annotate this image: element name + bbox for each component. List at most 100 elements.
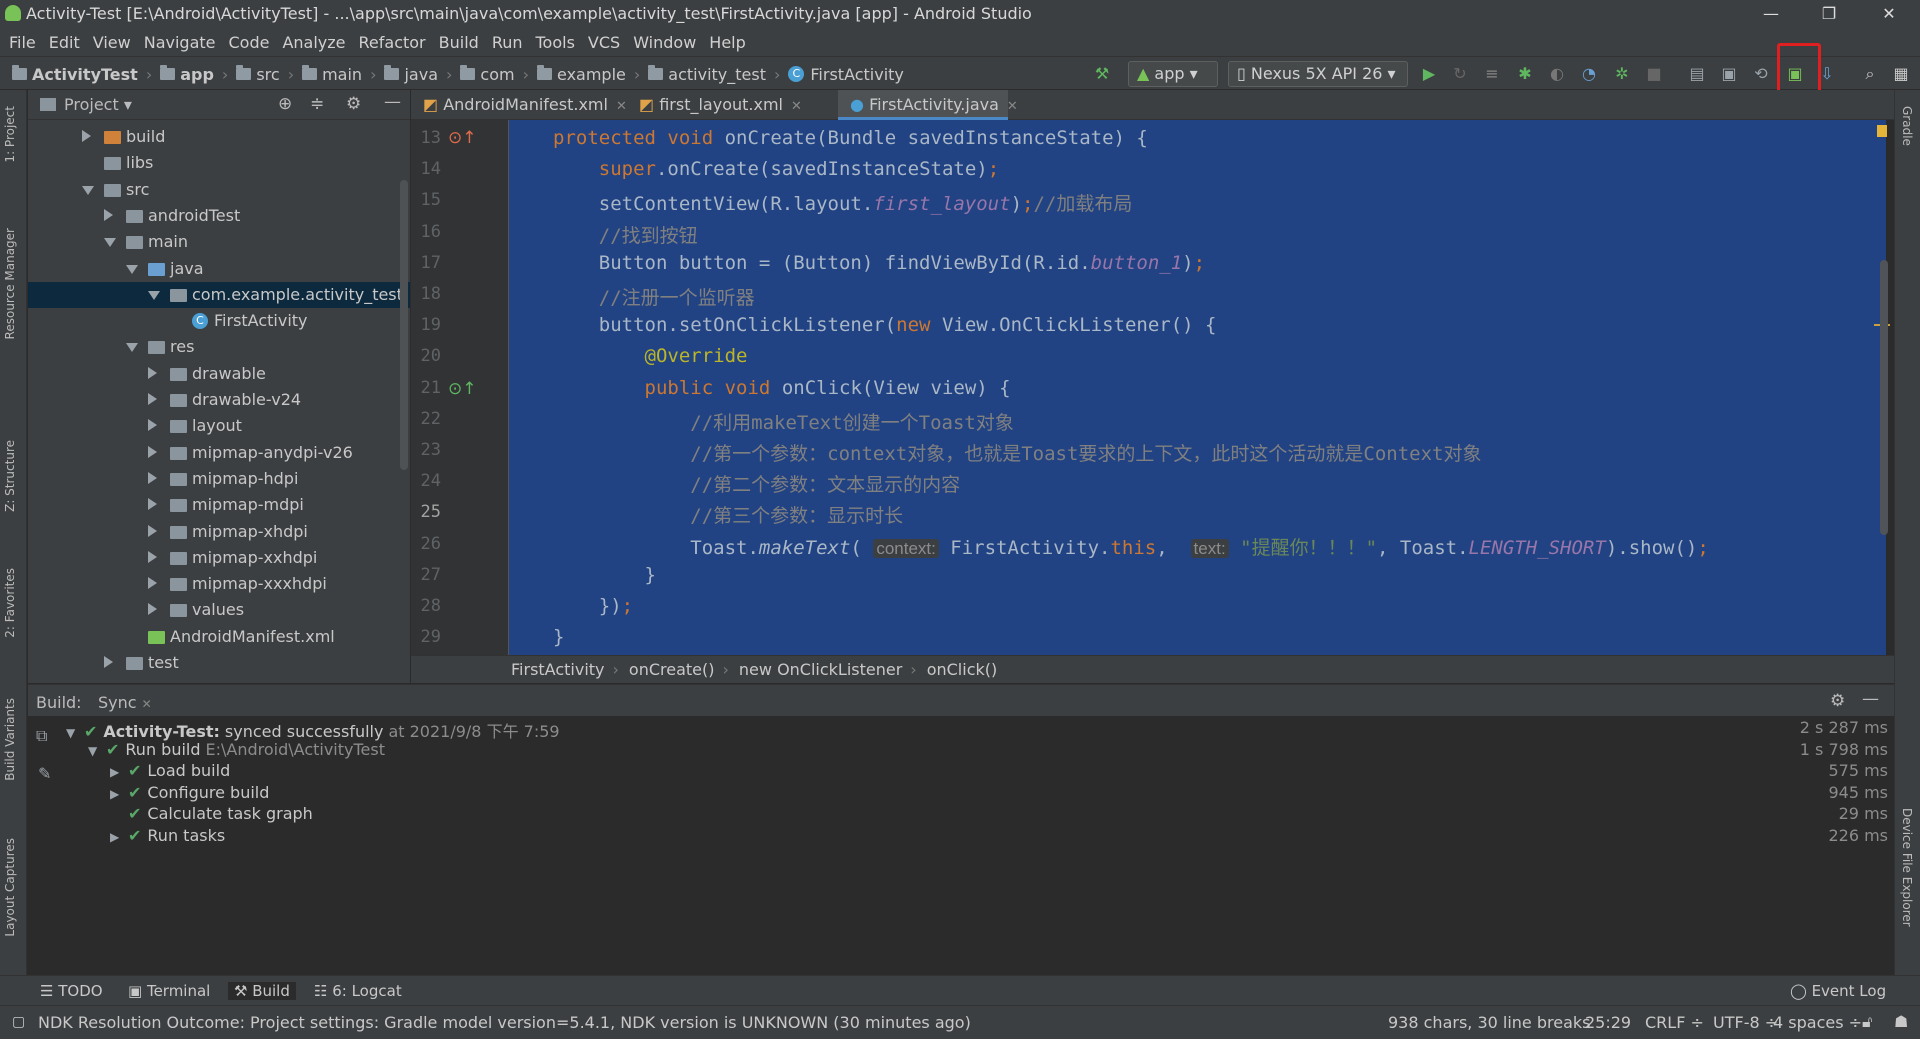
- logcat-tab[interactable]: ☷ 6: Logcat: [314, 982, 402, 1000]
- tree-item[interactable]: src: [28, 177, 410, 203]
- encoding-select[interactable]: UTF-8 ÷: [1713, 1013, 1778, 1032]
- close-tab-icon[interactable]: ✕: [1007, 99, 1018, 114]
- expanded-arrow-icon[interactable]: [82, 185, 94, 195]
- menu-edit[interactable]: Edit: [49, 33, 80, 52]
- lock-icon[interactable]: 🔓︎: [1862, 1012, 1872, 1032]
- collapsed-arrow-icon[interactable]: ▶: [110, 765, 128, 779]
- collapsed-arrow-icon[interactable]: [148, 419, 157, 432]
- bc-method[interactable]: onCreate(): [629, 660, 715, 679]
- menu-file[interactable]: File: [9, 33, 36, 52]
- crumb-java[interactable]: java: [384, 57, 438, 91]
- build-row[interactable]: ▼ ✔ Activity-Test: synced successfully at 20…: [66, 718, 560, 742]
- crumb-first-activity[interactable]: C FirstActivity: [788, 57, 904, 91]
- code-line[interactable]: protected void onCreate(Bundle savedInst…: [553, 127, 1148, 149]
- editor-scrollbar[interactable]: [1880, 260, 1888, 535]
- tree-item[interactable]: layout: [28, 413, 410, 439]
- tree-item[interactable]: mipmap-xxhdpi: [28, 545, 410, 571]
- close-tab-icon[interactable]: ✕: [791, 99, 802, 114]
- build-tab[interactable]: ⚒ Build: [228, 982, 296, 1000]
- collapsed-arrow-icon[interactable]: [148, 366, 157, 379]
- gear-icon[interactable]: ⚙: [1830, 691, 1845, 711]
- code-line[interactable]: Button button = (Button) findViewById(R.…: [553, 252, 1205, 274]
- tree-item[interactable]: drawable: [28, 361, 410, 387]
- menu-run[interactable]: Run: [492, 33, 523, 52]
- code-line[interactable]: //注册一个监听器: [553, 283, 755, 310]
- tree-item[interactable]: res: [28, 334, 410, 360]
- caret-position[interactable]: 25:29: [1585, 1013, 1631, 1032]
- run-icon[interactable]: ▶: [1418, 63, 1440, 85]
- hector-icon[interactable]: ☗: [1894, 1012, 1908, 1031]
- tree-item[interactable]: mipmap-mdpi: [28, 492, 410, 518]
- bc-anon[interactable]: new OnClickListener: [739, 660, 902, 679]
- tree-item[interactable]: mipmap-anydpi-v26: [28, 440, 410, 466]
- tab-first-activity[interactable]: ● FirstActivity.java ✕: [838, 90, 1018, 120]
- line-separator-select[interactable]: CRLF ÷: [1645, 1013, 1704, 1032]
- pin-icon[interactable]: ✎: [38, 764, 51, 783]
- menu-view[interactable]: View: [93, 33, 131, 52]
- menu-window[interactable]: Window: [633, 33, 696, 52]
- expanded-arrow-icon[interactable]: [126, 343, 138, 353]
- expanded-arrow-icon[interactable]: [126, 264, 138, 274]
- crumb-activity-test[interactable]: activity_test: [648, 57, 766, 91]
- user-icon[interactable]: ▦: [1890, 63, 1912, 85]
- stop-icon[interactable]: ■: [1643, 63, 1665, 85]
- apply-changes-icon[interactable]: ↻: [1449, 63, 1471, 85]
- close-button[interactable]: ✕: [1866, 0, 1912, 29]
- code-line[interactable]: //利用makeText创建一个Toast对象: [553, 408, 1014, 435]
- menu-navigate[interactable]: Navigate: [144, 33, 216, 52]
- menu-help[interactable]: Help: [709, 33, 745, 52]
- collapsed-arrow-icon[interactable]: ▶: [110, 787, 128, 801]
- collapsed-arrow-icon[interactable]: [82, 130, 91, 142]
- sync-project-icon[interactable]: ▤: [1686, 63, 1708, 85]
- run-config-select[interactable]: ▲ app ▾: [1128, 61, 1218, 87]
- collapsed-arrow-icon[interactable]: [148, 550, 157, 563]
- menu-refactor[interactable]: Refactor: [359, 33, 426, 52]
- bc-onclick[interactable]: onClick(): [927, 660, 998, 679]
- crumb-main[interactable]: main: [302, 57, 362, 91]
- collapsed-arrow-icon[interactable]: [104, 656, 113, 668]
- implements-gutter-icon[interactable]: ⊙↑: [448, 379, 477, 399]
- device-select[interactable]: ▯ Nexus 5X API 26 ▾: [1228, 61, 1408, 87]
- crumb-project[interactable]: ActivityTest: [12, 57, 138, 91]
- close-tab-icon[interactable]: ✕: [616, 99, 627, 114]
- tab-favorites[interactable]: 2: Favorites: [3, 568, 17, 638]
- debug-icon[interactable]: ✱: [1514, 63, 1536, 85]
- tree-item[interactable]: AndroidManifest.xml: [28, 624, 410, 650]
- menu-vcs[interactable]: VCS: [588, 33, 620, 52]
- build-row[interactable]: ▶ ✔ Configure build: [110, 783, 269, 802]
- collapsed-arrow-icon[interactable]: [148, 577, 157, 590]
- crumb-src[interactable]: src: [236, 57, 280, 91]
- gradle-sync-icon[interactable]: ⟲: [1750, 63, 1772, 85]
- collapsed-arrow-icon[interactable]: [104, 208, 113, 221]
- event-log-tab[interactable]: ◯ Event Log: [1790, 982, 1886, 1000]
- attach-debugger-icon[interactable]: ✲: [1611, 63, 1633, 85]
- code-line[interactable]: //第二个参数：文本显示的内容: [553, 470, 960, 497]
- code-content[interactable]: protected void onCreate(Bundle savedInst…: [553, 120, 1883, 655]
- hammer-build-icon[interactable]: ⚒: [1091, 63, 1113, 85]
- minimize-button[interactable]: —: [1748, 0, 1794, 29]
- code-line[interactable]: @Override: [553, 345, 748, 367]
- tree-item[interactable]: androidTest: [28, 203, 410, 229]
- hide-icon[interactable]: —: [1862, 689, 1879, 709]
- expanded-arrow-icon[interactable]: ▼: [88, 744, 106, 758]
- code-line[interactable]: }: [553, 626, 564, 648]
- apply-code-changes-icon[interactable]: ≡: [1481, 63, 1503, 85]
- expanded-arrow-icon[interactable]: [148, 290, 160, 300]
- expanded-arrow-icon[interactable]: ▼: [66, 726, 84, 740]
- todo-tab[interactable]: ☰ TODO: [40, 982, 103, 1000]
- indent-select[interactable]: 4 spaces ÷: [1773, 1013, 1862, 1032]
- code-line[interactable]: button.setOnClickListener(new View.OnCli…: [553, 314, 1217, 336]
- collapsed-arrow-icon[interactable]: [148, 498, 157, 511]
- tab-structure[interactable]: Z: Structure: [3, 440, 17, 512]
- code-line[interactable]: //第一个参数：context对象，也就是Toast要求的上下文，此时这个活动就…: [553, 439, 1481, 466]
- menu-code[interactable]: Code: [229, 33, 270, 52]
- tab-layout-captures[interactable]: Layout Captures: [3, 838, 17, 937]
- profile-icon[interactable]: ◔: [1578, 63, 1600, 85]
- collapsed-arrow-icon[interactable]: [148, 471, 157, 484]
- tree-item[interactable]: test: [28, 650, 410, 676]
- hide-icon[interactable]: —: [384, 92, 401, 112]
- tab-resource-manager[interactable]: Resource Manager: [3, 228, 17, 339]
- collapsed-arrow-icon[interactable]: ▶: [110, 830, 128, 844]
- crumb-com[interactable]: com: [460, 57, 515, 91]
- tab-androidmanifest[interactable]: ◩ AndroidManifest.xml ✕: [411, 90, 627, 120]
